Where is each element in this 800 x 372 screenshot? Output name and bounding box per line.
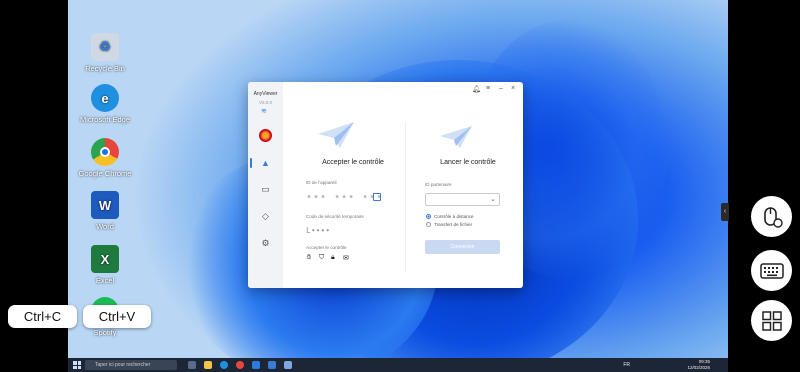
chrome-taskbar-icon[interactable] bbox=[236, 361, 244, 369]
grid-icon bbox=[761, 310, 782, 331]
edge-taskbar-icon[interactable] bbox=[220, 361, 228, 369]
paper-plane-accept-icon bbox=[318, 122, 354, 148]
accept-control-label: Accepter le contrôle bbox=[306, 245, 347, 250]
lock-icon[interactable]: 🔒︎ bbox=[331, 254, 335, 262]
task-view-icon[interactable] bbox=[188, 361, 196, 369]
desktop-icon-chrome[interactable]: Google Chrome bbox=[70, 138, 140, 178]
taskbar: Taper ici pour rechercher FR 09:35 12/02… bbox=[68, 358, 728, 372]
remote-desktop[interactable]: ♻ Recycle Bin e Microsoft Edge Google Ch… bbox=[68, 0, 728, 358]
file-explorer-icon[interactable] bbox=[204, 361, 212, 369]
chevron-down-icon: ⌄ bbox=[490, 196, 496, 203]
temp-code-value: L∙∙∙∙ bbox=[306, 226, 331, 235]
recycle-bin-icon: ♻ bbox=[91, 33, 119, 61]
hand-icon[interactable]: ✋︎ bbox=[307, 254, 311, 262]
paper-plane-launch-icon bbox=[440, 126, 472, 148]
avatar[interactable] bbox=[259, 129, 272, 142]
ctrl-c-button[interactable]: Ctrl+C bbox=[8, 305, 77, 328]
close-icon[interactable]: × bbox=[511, 85, 515, 92]
language-indicator[interactable]: FR bbox=[623, 362, 630, 368]
file-transfer-label: Transfert de fichier bbox=[434, 222, 473, 227]
clock-date: 12/02/2026 bbox=[687, 365, 710, 370]
desktop-icon-label: Recycle Bin bbox=[85, 64, 125, 73]
temp-code-label: Code de sécurité temporaire bbox=[306, 214, 364, 219]
desktop-icon-label: Google Chrome bbox=[78, 169, 132, 178]
chrome-icon bbox=[91, 138, 119, 166]
edge-icon: e bbox=[91, 84, 119, 112]
settings-gear-icon[interactable]: ⚙ bbox=[259, 237, 272, 250]
remote-control-radio[interactable] bbox=[426, 214, 431, 219]
excel-icon: X bbox=[91, 245, 119, 273]
device-id-label: ID de l'appareil bbox=[306, 180, 337, 185]
wifi-icon: ≋ bbox=[261, 108, 267, 115]
start-icon[interactable] bbox=[73, 361, 81, 369]
devices-nav-icon[interactable]: ▭ bbox=[259, 183, 272, 196]
word-icon: W bbox=[91, 191, 119, 219]
keyboard-button[interactable] bbox=[751, 250, 792, 291]
menu-icon[interactable]: ≡ bbox=[486, 85, 490, 92]
desktop-icon-label: Excel bbox=[95, 276, 115, 285]
anyviewer-window[interactable]: AnyViewer V5.0.0 ≋ ▲ ▭ ◇ ⚙ 🔔︎ ≡ – × Acce… bbox=[248, 82, 523, 288]
connect-nav-icon[interactable]: ▲ bbox=[259, 156, 272, 169]
remote-control-label: Contrôle à distance bbox=[434, 214, 474, 219]
app-taskbar-icon[interactable] bbox=[284, 361, 292, 369]
mouse-mode-button[interactable] bbox=[751, 196, 792, 237]
connect-button[interactable]: Connexion bbox=[425, 240, 500, 254]
partner-id-label: ID partenaire bbox=[425, 182, 452, 187]
mail-taskbar-icon[interactable] bbox=[252, 361, 260, 369]
launch-control-title: Lancer le contrôle bbox=[440, 159, 496, 166]
desktop-icon-excel[interactable]: X Excel bbox=[70, 245, 140, 285]
partner-id-input[interactable]: ⌄ bbox=[425, 193, 500, 206]
active-indicator bbox=[250, 158, 252, 168]
minimize-icon[interactable]: – bbox=[499, 85, 503, 92]
taskbar-search-input[interactable]: Taper ici pour rechercher bbox=[85, 360, 177, 370]
taskbar-clock[interactable]: 09:35 12/02/2026 bbox=[687, 359, 710, 371]
shield-icon[interactable]: ⛉ bbox=[319, 254, 324, 262]
desktop-icon-label: Word bbox=[96, 222, 114, 231]
notification-bell-icon[interactable]: 🔔︎ bbox=[472, 85, 481, 93]
accept-control-title: Accepter le contrôle bbox=[322, 159, 384, 166]
ctrl-v-button[interactable]: Ctrl+V bbox=[83, 305, 151, 328]
more-tools-button[interactable] bbox=[751, 300, 792, 341]
side-panel-toggle[interactable]: ‹ bbox=[721, 203, 729, 221]
copy-icon[interactable] bbox=[373, 193, 381, 201]
desktop-icon-word[interactable]: W Word bbox=[70, 191, 140, 231]
app-version: V5.0.0 bbox=[258, 100, 272, 105]
divider bbox=[405, 122, 406, 272]
app-brand: AnyViewer bbox=[253, 91, 278, 97]
desktop-icon-label: Spotify bbox=[93, 328, 117, 337]
desktop-icon-recycle-bin[interactable]: ♻ Recycle Bin bbox=[70, 33, 140, 73]
screen: ♻ Recycle Bin e Microsoft Edge Google Ch… bbox=[0, 0, 800, 372]
keyboard-icon bbox=[759, 262, 784, 279]
apps-nav-icon[interactable]: ◇ bbox=[259, 210, 272, 223]
mail-icon[interactable]: ✉ bbox=[343, 254, 349, 262]
device-id-value: ∙∙∙ ∙∙∙ ∙∙∙ bbox=[306, 192, 384, 203]
desktop-icon-edge[interactable]: e Microsoft Edge bbox=[70, 84, 140, 124]
mouse-icon bbox=[763, 206, 783, 228]
file-transfer-radio[interactable] bbox=[426, 222, 431, 227]
desktop-icon-label: Microsoft Edge bbox=[79, 115, 131, 124]
anyviewer-taskbar-icon[interactable] bbox=[268, 361, 276, 369]
